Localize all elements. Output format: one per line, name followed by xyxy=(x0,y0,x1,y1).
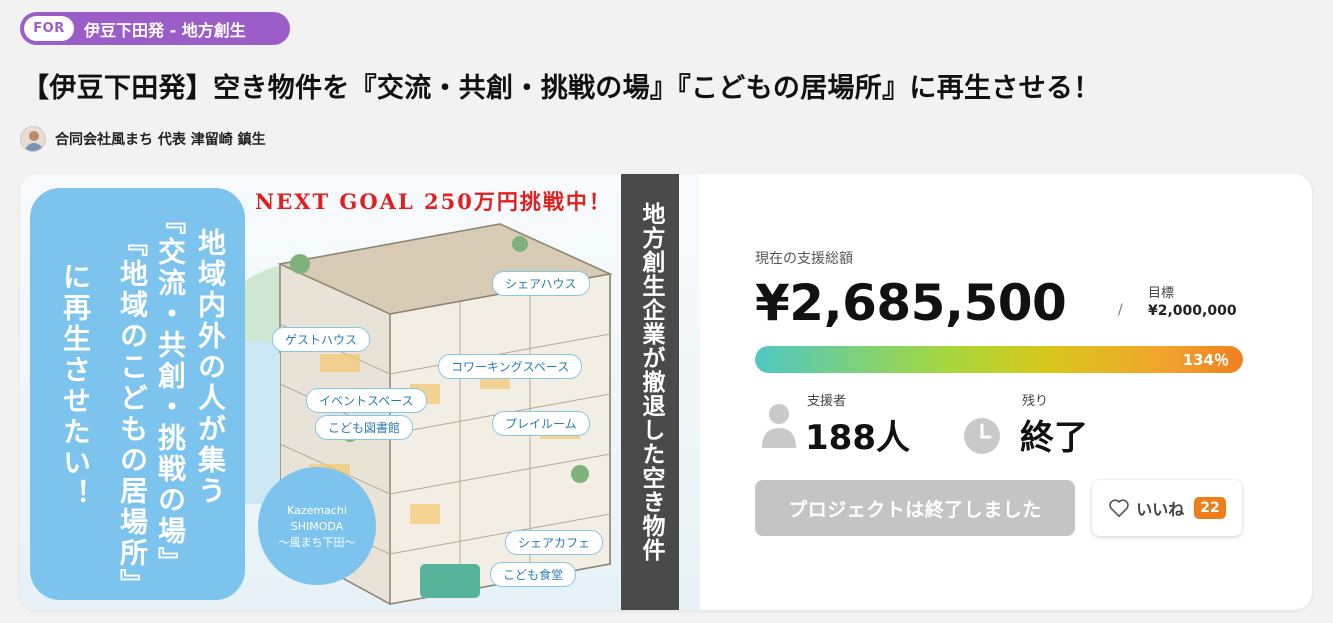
goal-amount: ¥2,000,000 xyxy=(1148,303,1237,319)
label-share-house: シェアハウス xyxy=(492,271,590,296)
like-button[interactable]: いいね 22 xyxy=(1092,480,1242,536)
label-event-space: イベントスペース xyxy=(306,388,427,413)
project-owner[interactable]: 合同会社風まち 代表 津留崎 鎮生 xyxy=(20,126,266,152)
headline-line2: 『交流・共創・挑戦の場』 xyxy=(154,206,187,578)
headline-line3: 『地域のこどもの居場所』 xyxy=(116,228,149,600)
label-guest-house: ゲストハウス xyxy=(272,327,371,352)
goal-label: 目標 xyxy=(1148,286,1175,301)
headline-line1: 地域内外の人が集う xyxy=(194,228,227,507)
next-goal-banner: NEXT GOAL 250万円挑戦中！ xyxy=(255,189,612,214)
total-amount: ¥2,685,500 xyxy=(755,274,1067,332)
heart-icon xyxy=(1109,499,1130,518)
project-title: 【伊豆下田発】空き物件を『交流・共創・挑戦の場』『こどもの居場所』に再生させる！ xyxy=(22,73,1101,104)
tag-category: 伊豆下田発 - 地方創生 xyxy=(84,20,246,40)
funding-stats: 現在の支援総額 ¥2,685,500 / 目標 ¥2,000,000 134％ … xyxy=(755,174,1275,610)
supporters-count: 188人 xyxy=(805,418,910,458)
label-coworking: コワーキングスペース xyxy=(438,354,583,379)
goal-separator: / xyxy=(1118,302,1123,318)
total-label: 現在の支援総額 xyxy=(755,251,853,267)
kazemachi-logo: Kazemachi SHIMODA 〜風まち下田〜 xyxy=(258,467,376,585)
avatar xyxy=(20,126,46,152)
label-kids-library: こども図書館 xyxy=(315,415,414,440)
like-label: いいね xyxy=(1136,500,1185,519)
progress-percent: 134％ xyxy=(1182,351,1229,369)
like-count-badge: 22 xyxy=(1194,497,1226,519)
supporters-label: 支援者 xyxy=(807,394,847,409)
label-share-cafe: シェアカフェ xyxy=(505,530,604,555)
project-image: 地域内外の人が集う 『交流・共創・挑戦の場』 『地域のこどもの居場所』 に再生さ… xyxy=(20,174,700,610)
project-card: 地域内外の人が集う 『交流・共創・挑戦の場』 『地域のこどもの居場所』 に再生さ… xyxy=(20,174,1312,610)
category-tag[interactable]: FOR 伊豆下田発 - 地方創生 xyxy=(20,12,290,45)
project-ended-button[interactable]: プロジェクトは終了しました xyxy=(755,480,1075,536)
owner-name: 合同会社風まち 代表 津留崎 鎮生 xyxy=(55,132,266,148)
progress-fill xyxy=(755,346,1243,373)
side-text: 地方創生企業が撤退した空き物件 xyxy=(638,202,664,562)
label-play-room: プレイルーム xyxy=(492,411,590,436)
clock-icon xyxy=(964,418,1000,454)
remaining-label: 残り xyxy=(1022,394,1049,409)
label-kids-cafeteria: こども食堂 xyxy=(490,562,577,587)
headline-line4: に再生させたい！ xyxy=(59,262,92,510)
person-icon xyxy=(762,404,796,448)
progress-bar: 134％ xyxy=(755,346,1243,373)
tag-prefix: FOR xyxy=(24,16,74,41)
remaining-value: 終了 xyxy=(1020,418,1088,458)
